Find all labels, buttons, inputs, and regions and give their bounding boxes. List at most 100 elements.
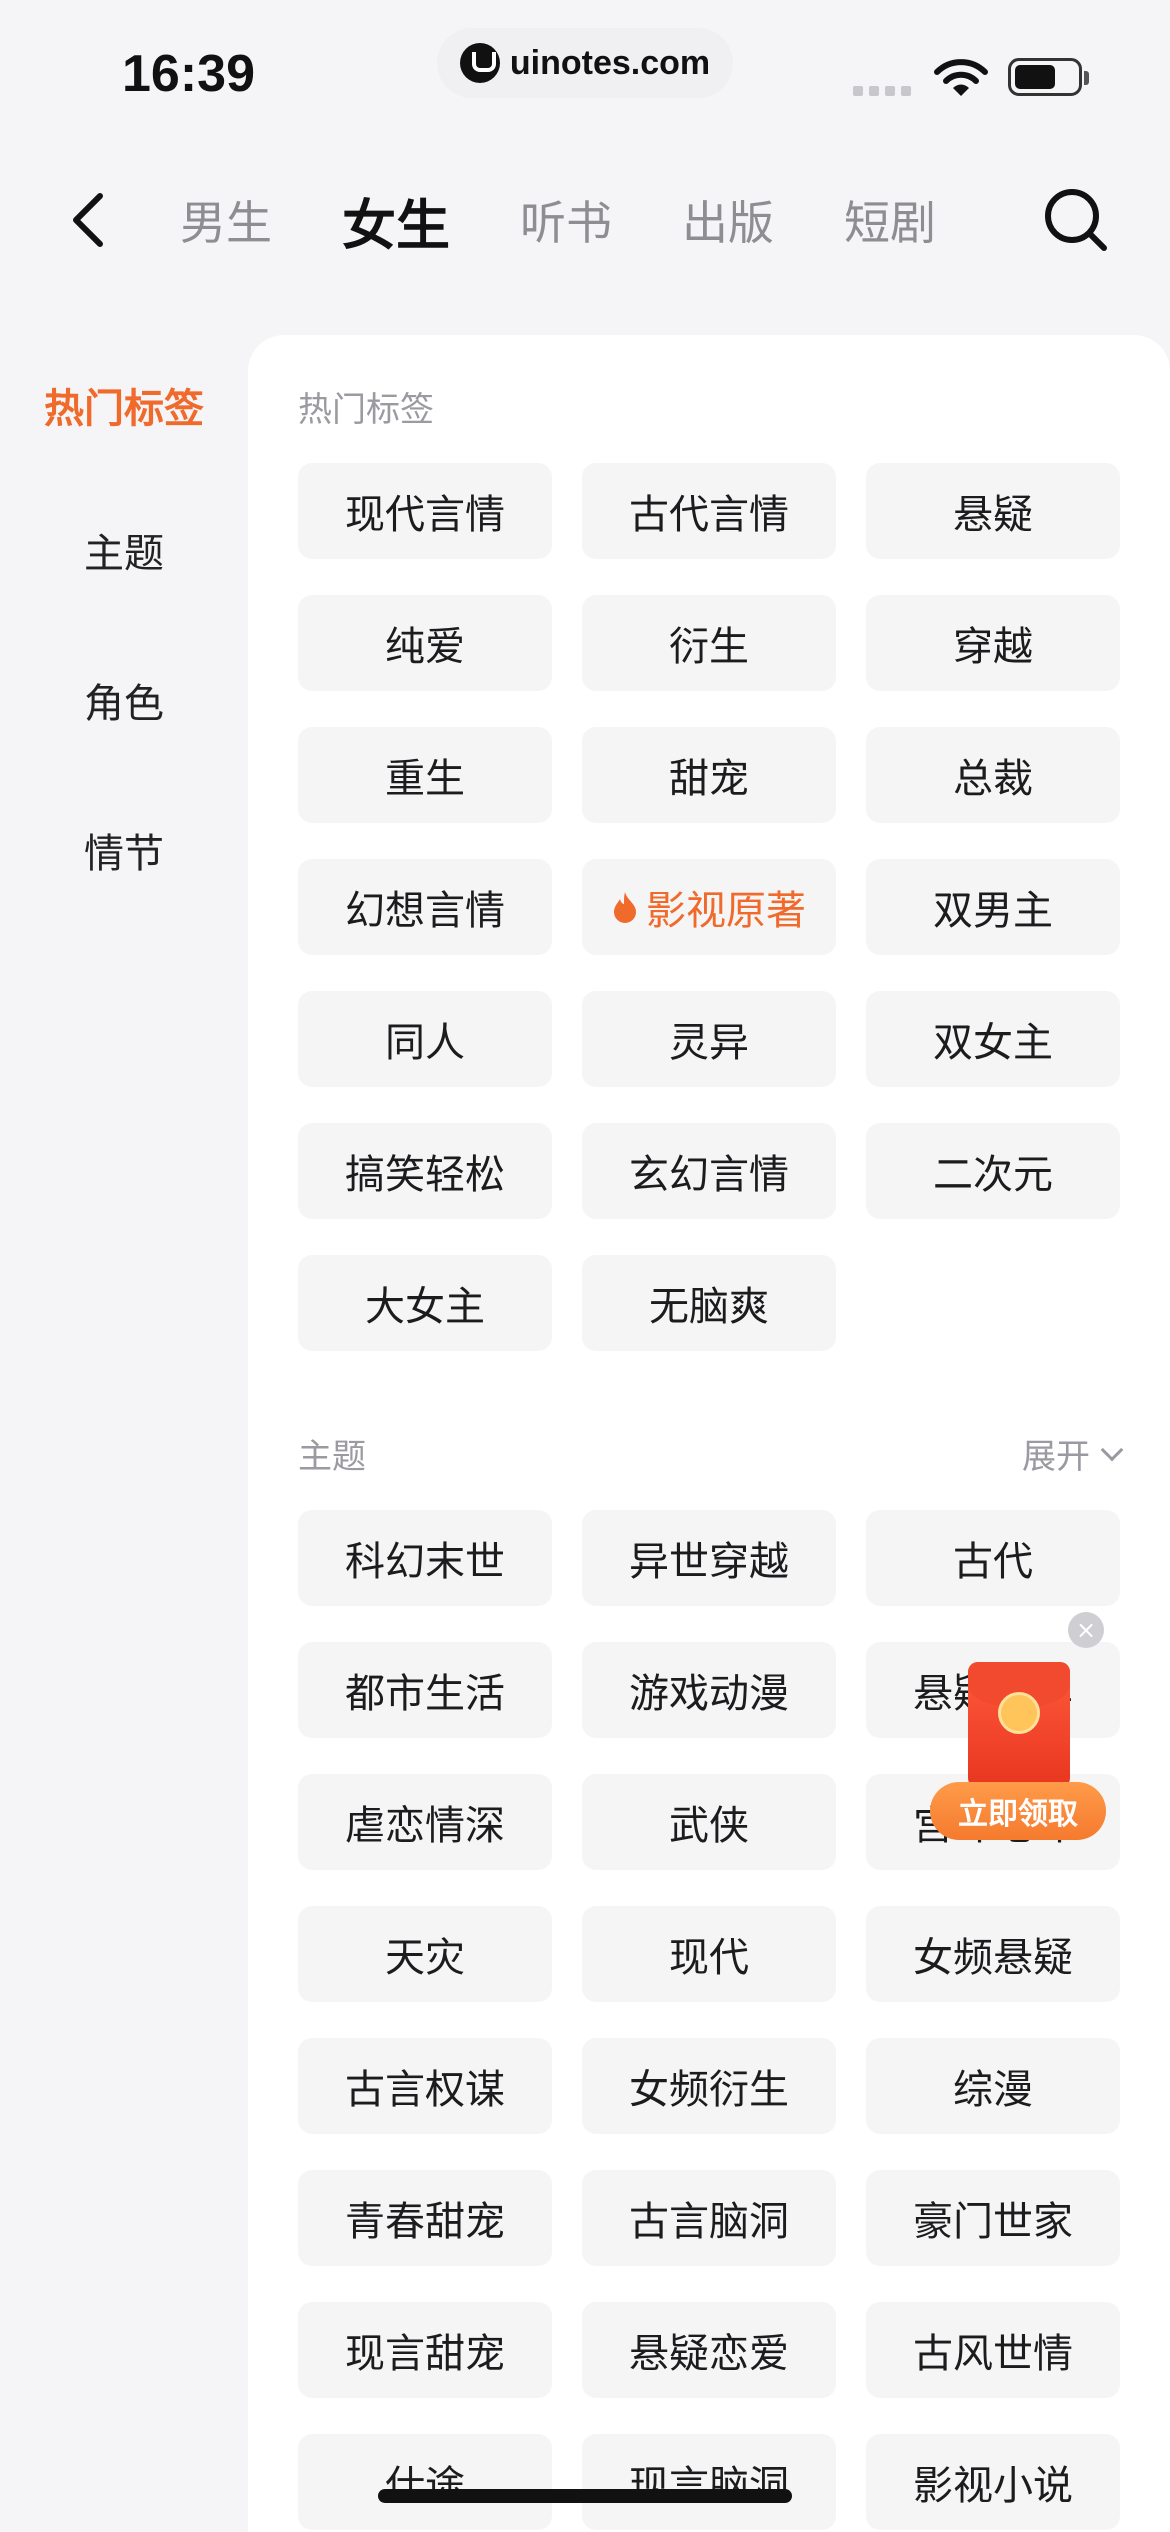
tag-chip[interactable]: 双女主 [866, 991, 1120, 1087]
hot-tag-grid: 现代言情 古代言情 悬疑纯爱 衍生 穿越重生 甜宠 总裁幻想言情 影视原著 双男主同人 灵异 双女主… [298, 463, 1120, 1351]
tag-chip[interactable]: 无脑爽 [582, 1255, 836, 1351]
tag-chip[interactable]: 悬疑恋爱 [582, 2302, 836, 2398]
sidebar-item[interactable]: 主题 [0, 475, 248, 625]
tag-chip[interactable]: 古言脑洞 [582, 2170, 836, 2266]
tag-label: 古言脑洞 [629, 2199, 789, 2245]
tag-chip[interactable]: 综漫 [866, 2038, 1120, 2134]
tag-chip[interactable]: 重生 [298, 727, 552, 823]
status-bar: 16:39 uinotes.com [0, 0, 1170, 140]
nav-tab[interactable]: 听书 [520, 187, 612, 253]
tag-chip[interactable]: 大女主 [298, 1255, 552, 1351]
sidebar-item[interactable]: 热门标签 [0, 335, 248, 475]
back-icon[interactable] [60, 188, 120, 252]
url-text: uinotes.com [509, 43, 711, 82]
tag-label: 虐恋情深 [345, 1803, 505, 1849]
red-envelope-icon[interactable] [968, 1662, 1070, 1788]
hot-section-title: 热门标签 [298, 390, 434, 430]
nav-fade [930, 160, 990, 280]
tag-label: 天灾 [385, 1935, 465, 1981]
tag-label: 灵异 [669, 1020, 749, 1066]
tag-label: 现言甜宠 [345, 2331, 505, 2377]
home-indicator [378, 2489, 792, 2503]
tag-chip[interactable]: 古代 [866, 1510, 1120, 1606]
nav-tab[interactable]: 短剧 [844, 187, 936, 253]
tag-chip[interactable]: 甜宠 [582, 727, 836, 823]
nav-tab[interactable]: 女生 [342, 181, 450, 260]
expand-button[interactable]: 展开 [1022, 1429, 1124, 1478]
tag-chip[interactable]: 纯爱 [298, 595, 552, 691]
tag-chip[interactable]: 幻想言情 [298, 859, 552, 955]
tag-chip[interactable]: 游戏动漫 [582, 1642, 836, 1738]
tag-chip[interactable]: 搞笑轻松 [298, 1123, 552, 1219]
tag-label: 豪门世家 [913, 2199, 1073, 2245]
sidebar-item[interactable]: 情节 [0, 775, 248, 925]
tag-chip[interactable]: 悬疑 [866, 463, 1120, 559]
flame-icon [614, 892, 636, 923]
status-time: 16:39 [122, 45, 255, 103]
tag-chip[interactable]: 影视原著 [582, 859, 836, 955]
red-packet-promo[interactable]: × 立即领取 [928, 1612, 1108, 1842]
tag-chip[interactable]: 豪门世家 [866, 2170, 1120, 2266]
tag-chip[interactable]: 青春甜宠 [298, 2170, 552, 2266]
tag-label: 总裁 [953, 756, 1033, 802]
tag-chip[interactable]: 现言甜宠 [298, 2302, 552, 2398]
tag-label: 二次元 [933, 1152, 1053, 1198]
tag-label: 重生 [385, 756, 465, 802]
tag-chip[interactable]: 武侠 [582, 1774, 836, 1870]
tag-label: 女频衍生 [629, 2067, 789, 2113]
url-pill[interactable]: uinotes.com [437, 28, 733, 98]
tag-chip[interactable]: 现言脑洞 [582, 2434, 836, 2530]
tag-label: 悬疑恋爱 [629, 2331, 789, 2377]
nav-tabs: 男生女生听书出版短剧漫画 [180, 160, 980, 280]
claim-now-button[interactable]: 立即领取 [930, 1782, 1106, 1840]
tag-label: 同人 [385, 1020, 465, 1066]
tag-label: 穿越 [953, 624, 1033, 670]
tag-label: 古代 [953, 1539, 1033, 1585]
tag-label: 青春甜宠 [345, 2199, 505, 2245]
tag-label: 搞笑轻松 [345, 1152, 505, 1198]
tag-label: 影视小说 [913, 2463, 1073, 2509]
tag-chip[interactable]: 总裁 [866, 727, 1120, 823]
tag-label: 异世穿越 [629, 1539, 789, 1585]
tag-chip[interactable]: 异世穿越 [582, 1510, 836, 1606]
tag-label: 现代 [669, 1935, 749, 1981]
wifi-icon [934, 59, 988, 96]
tag-chip[interactable]: 天灾 [298, 1906, 552, 2002]
search-icon[interactable] [1040, 184, 1112, 256]
chevron-down-icon [1100, 1438, 1124, 1461]
tag-chip[interactable]: 现代言情 [298, 463, 552, 559]
tag-chip[interactable]: 都市生活 [298, 1642, 552, 1738]
close-icon[interactable]: × [1068, 1612, 1104, 1648]
tag-chip[interactable]: 同人 [298, 991, 552, 1087]
tag-chip[interactable]: 穿越 [866, 595, 1120, 691]
sidebar-item[interactable]: 角色 [0, 625, 248, 775]
site-logo-icon [459, 43, 500, 83]
tag-label: 游戏动漫 [629, 1671, 789, 1717]
tag-chip[interactable]: 古言权谋 [298, 2038, 552, 2134]
tag-chip[interactable]: 女频悬疑 [866, 1906, 1120, 2002]
category-sidebar: 热门标签 主题 角色 情节 [0, 335, 248, 925]
tag-label: 双男主 [933, 888, 1053, 934]
tag-chip[interactable]: 衍生 [582, 595, 836, 691]
tag-label: 古风世情 [913, 2331, 1073, 2377]
tag-label: 古言权谋 [345, 2067, 505, 2113]
tag-label: 科幻末世 [345, 1539, 505, 1585]
tag-chip[interactable]: 玄幻言情 [582, 1123, 836, 1219]
tag-chip[interactable]: 古风世情 [866, 2302, 1120, 2398]
tag-chip[interactable]: 现代 [582, 1906, 836, 2002]
coin-icon [998, 1692, 1040, 1734]
tag-label: 大女主 [365, 1284, 485, 1330]
nav-tab[interactable]: 男生 [180, 187, 272, 253]
tag-chip[interactable]: 二次元 [866, 1123, 1120, 1219]
tag-chip[interactable]: 古代言情 [582, 463, 836, 559]
nav-tab[interactable]: 出版 [682, 187, 774, 253]
tag-label: 玄幻言情 [629, 1152, 789, 1198]
tag-chip[interactable]: 科幻末世 [298, 1510, 552, 1606]
tag-chip[interactable]: 女频衍生 [582, 2038, 836, 2134]
tag-chip[interactable]: 灵异 [582, 991, 836, 1087]
tag-chip[interactable]: 仕途 [298, 2434, 552, 2530]
tag-chip[interactable]: 双男主 [866, 859, 1120, 955]
tag-chip[interactable]: 影视小说 [866, 2434, 1120, 2530]
cellular-signal-icon [853, 86, 911, 96]
tag-chip[interactable]: 虐恋情深 [298, 1774, 552, 1870]
